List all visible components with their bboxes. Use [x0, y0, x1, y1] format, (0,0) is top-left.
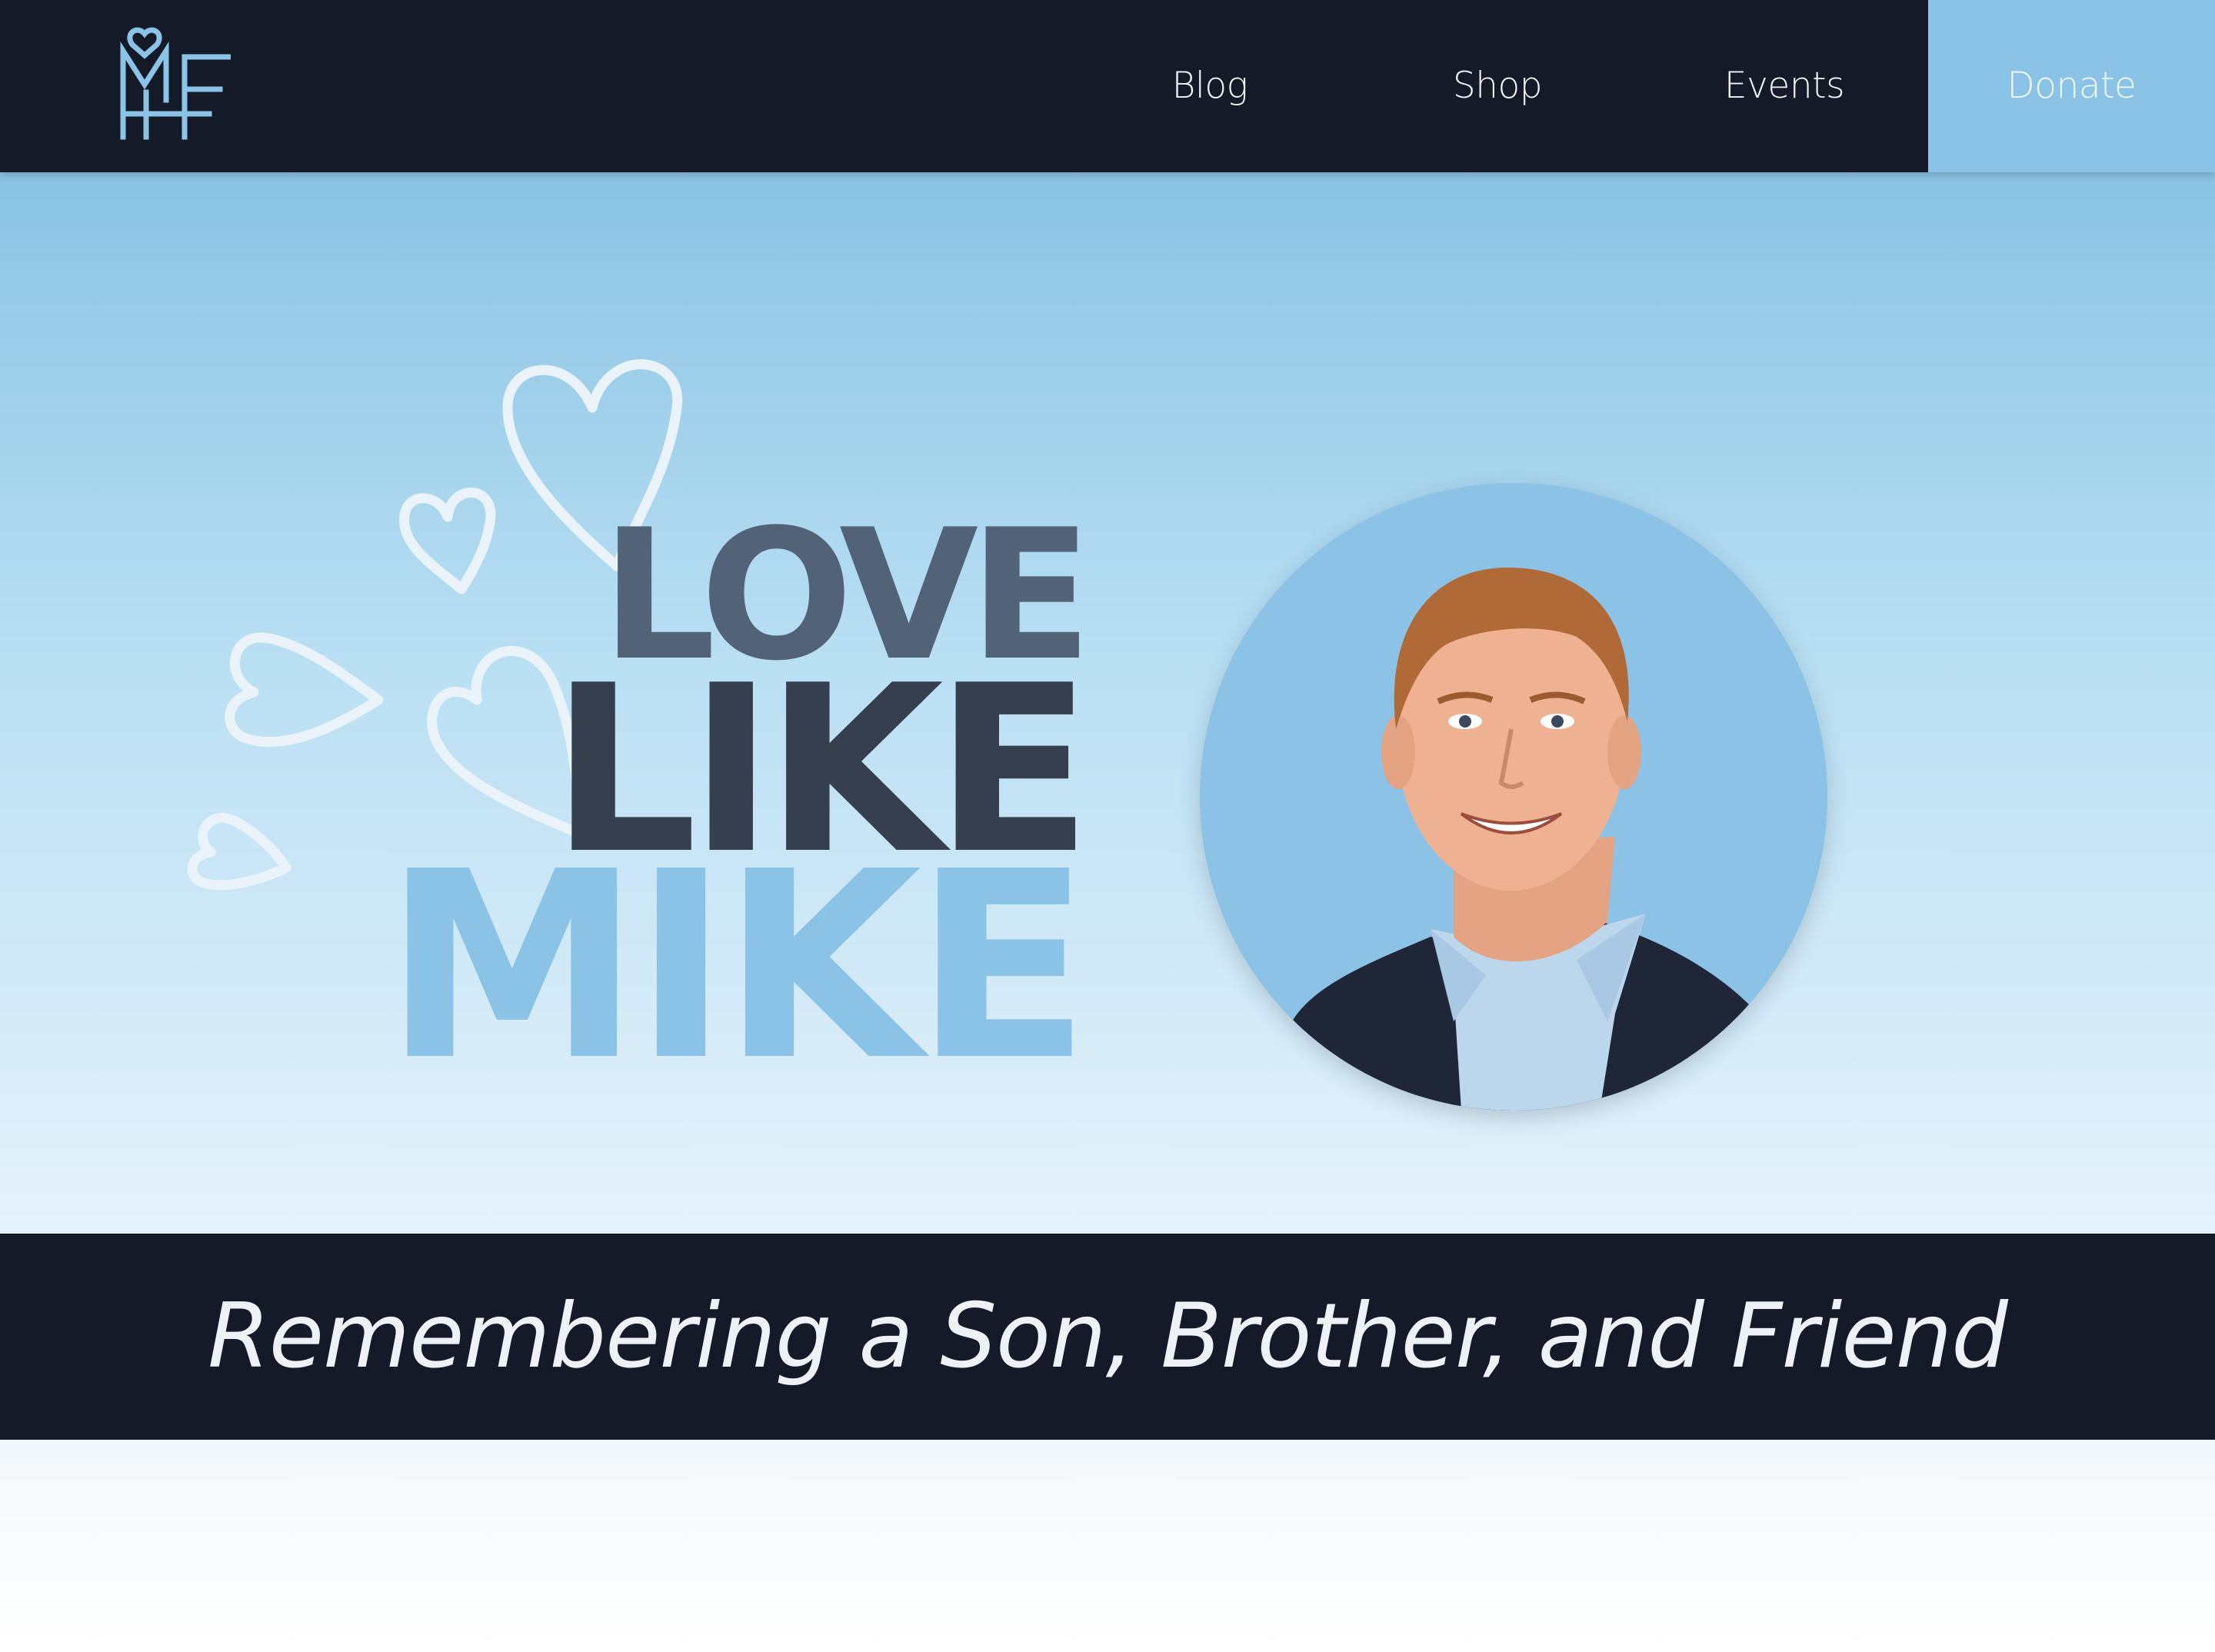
- nav-link-shop[interactable]: Shop: [1354, 0, 1641, 172]
- mhf-logo-icon: [120, 27, 234, 140]
- top-navbar: Blog Shop Events Donate: [0, 0, 2215, 172]
- nav-link-events[interactable]: Events: [1640, 0, 1928, 172]
- tagline-band: Remembering a Son, Brother, and Friend: [0, 1234, 2215, 1440]
- hero-title-mike: MIKE: [383, 817, 1091, 1117]
- portrait-photo: [1200, 483, 1827, 1111]
- tagline-text: Remembering a Son, Brother, and Friend: [208, 1284, 2008, 1388]
- mhf-logo[interactable]: [118, 23, 234, 140]
- person-portrait-icon: [1200, 483, 1827, 1111]
- content-area: [0, 1440, 2215, 1652]
- nav-link-blog[interactable]: Blog: [1066, 0, 1354, 172]
- donate-button[interactable]: Donate: [1928, 0, 2215, 172]
